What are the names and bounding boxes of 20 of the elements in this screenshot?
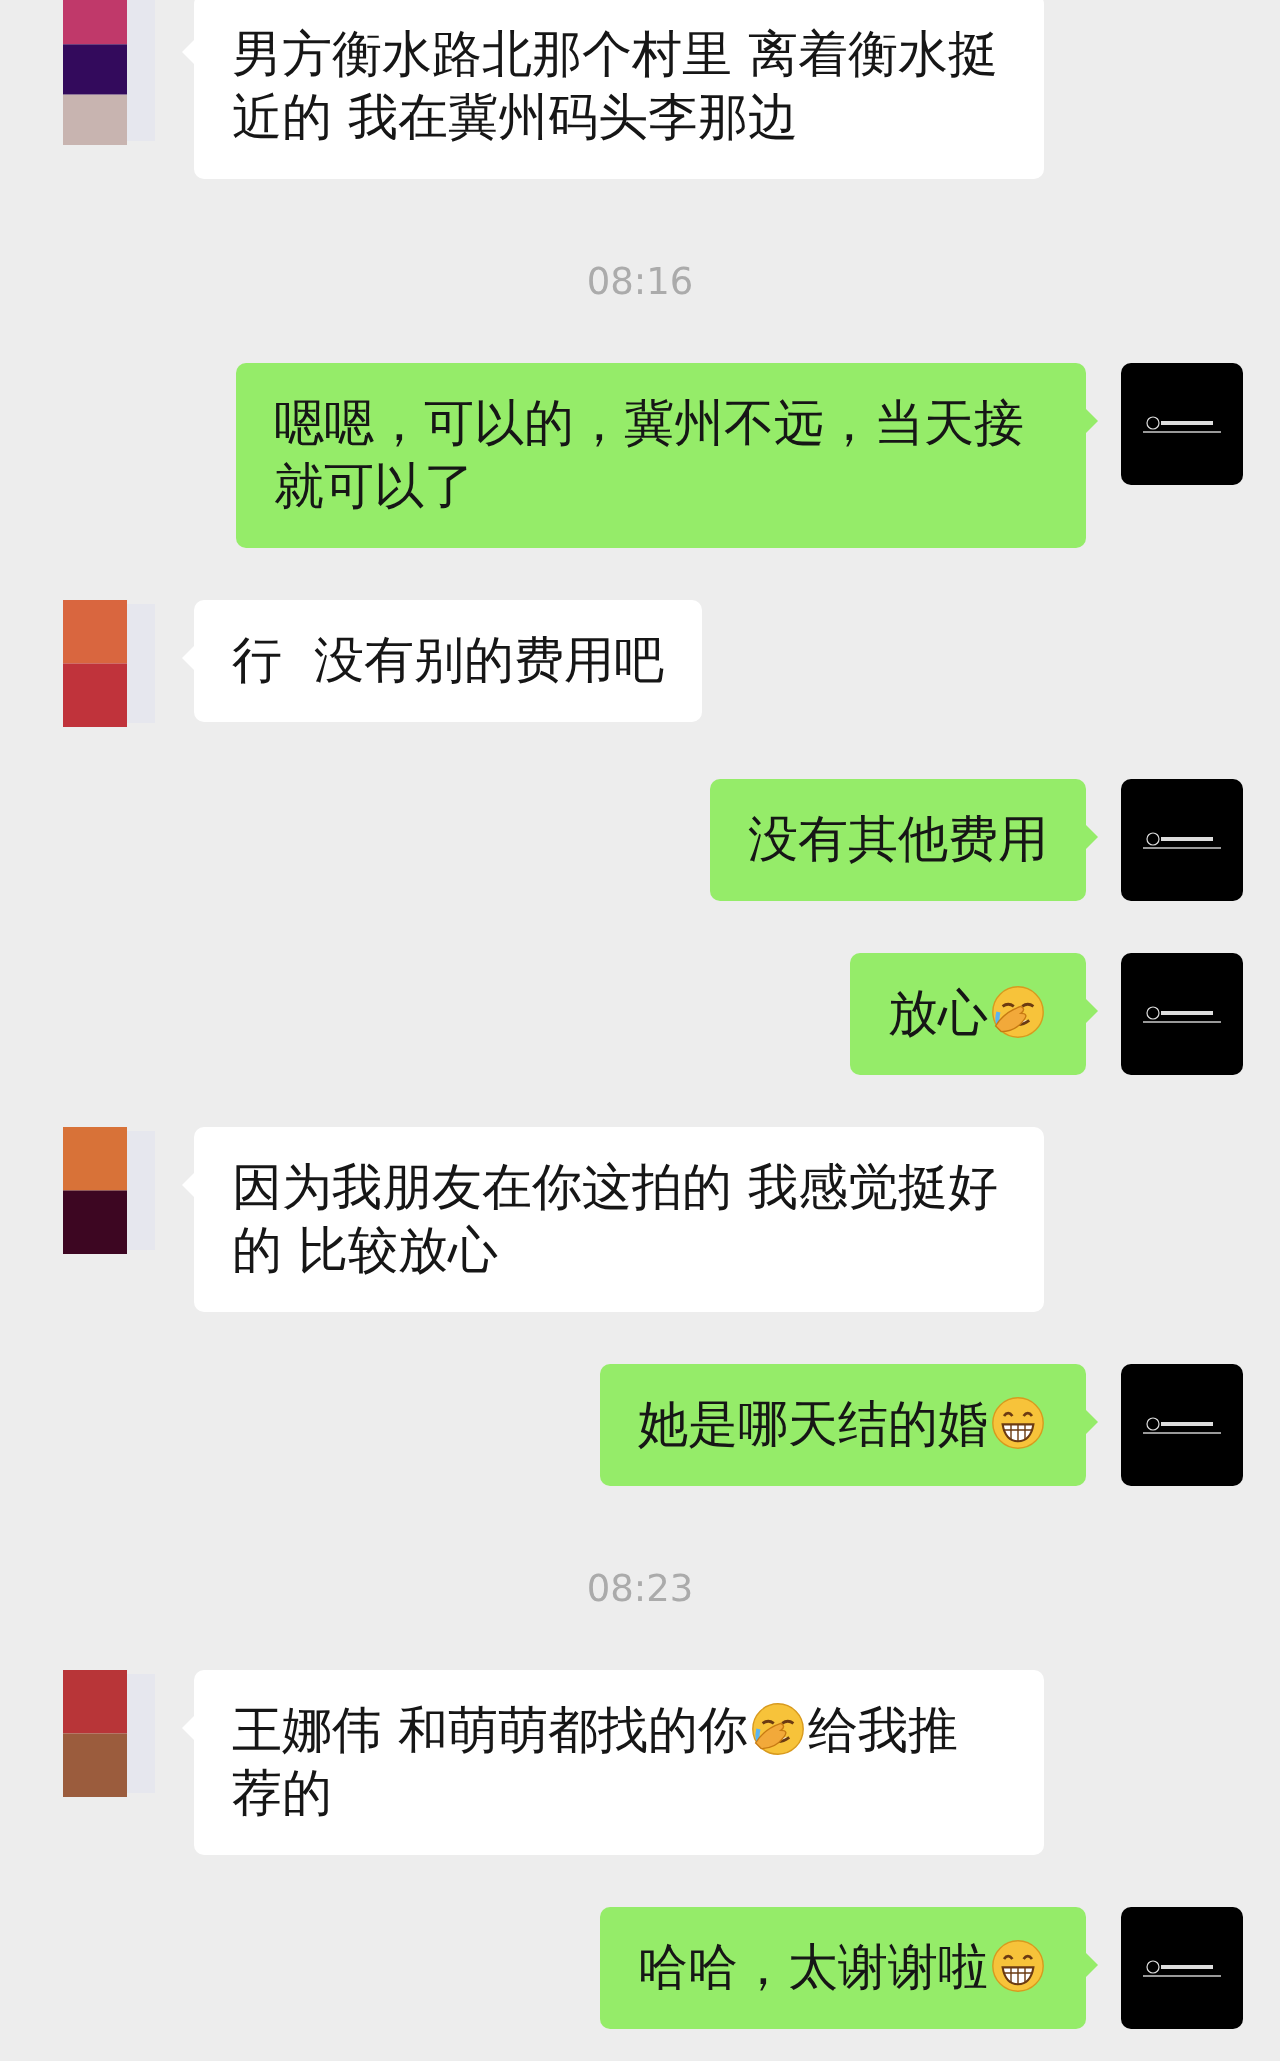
message-bubble: 她是哪天结的婚: [600, 1364, 1086, 1486]
avatar-icon[interactable]: [1121, 779, 1243, 901]
message-bubble: 哈哈，太谢谢啦: [600, 1907, 1086, 2029]
facepalm-emoji-icon: [990, 984, 1046, 1040]
timestamp: 08:23: [586, 1566, 694, 1612]
message-bubble: 男方衡水路北那个村里 离着衡水挺近的 我在冀州码头李那边: [194, 0, 1044, 179]
message-bubble: 放心: [850, 953, 1086, 1075]
message-bubble: 没有其他费用: [710, 779, 1086, 901]
avatar-icon[interactable]: [1121, 1907, 1243, 2029]
grin-emoji-icon: [990, 1938, 1046, 1994]
message-bubble: 因为我朋友在你这拍的 我感觉挺好的 比较放心: [194, 1127, 1044, 1312]
facepalm-emoji-icon: [749, 1701, 806, 1757]
timestamp: 08:16: [586, 259, 694, 305]
avatar-icon[interactable]: [1121, 1364, 1243, 1486]
message-bubble: 嗯嗯，可以的，冀州不远，当天接就可以了: [236, 363, 1086, 548]
message-bubble: 行 没有别的费用吧: [194, 600, 702, 722]
message-bubble: 王娜伟 和萌萌都找的你 给我推荐的: [194, 1670, 1044, 1855]
avatar-icon[interactable]: [1121, 953, 1243, 1075]
grin-emoji-icon: [990, 1395, 1046, 1451]
avatar-icon[interactable]: [1121, 363, 1243, 485]
